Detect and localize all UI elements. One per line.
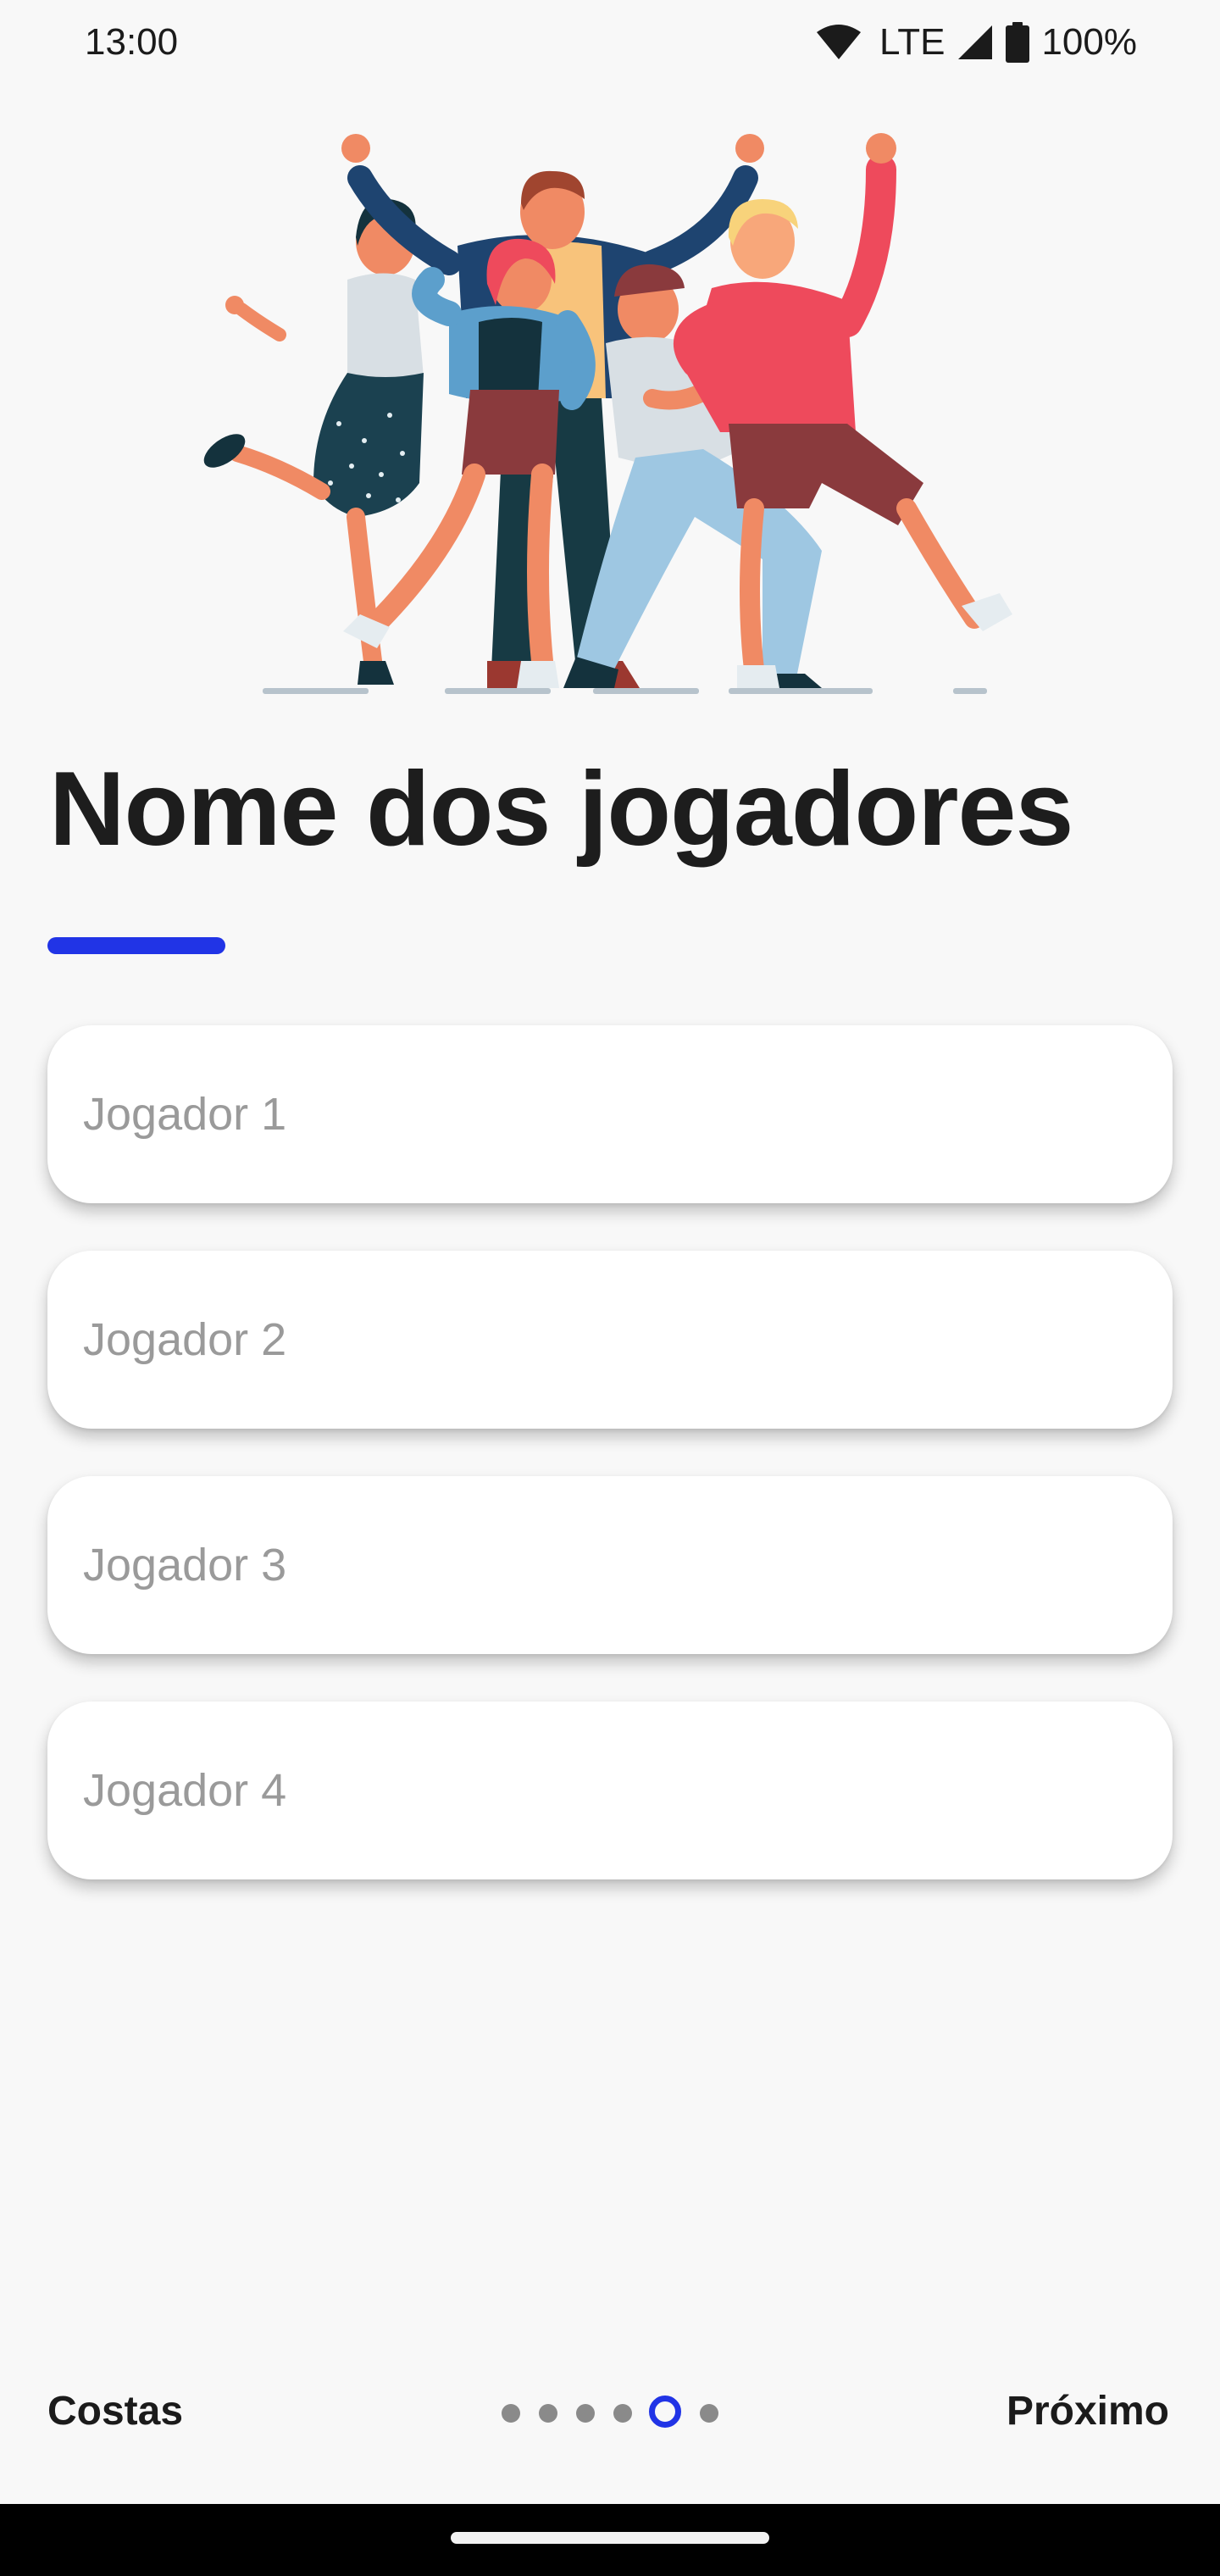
page-title: Nome dos jogadores [49, 751, 1073, 868]
signal-icon [958, 25, 993, 59]
page-dot-5-active[interactable] [649, 2396, 681, 2428]
onboarding-navigation: Costas Próximo [0, 2373, 1220, 2449]
page-dot-3[interactable] [576, 2404, 595, 2423]
page-dot-2[interactable] [539, 2404, 557, 2423]
title-underline [47, 937, 225, 954]
player-4-input[interactable] [47, 1702, 1173, 1879]
player-4-field[interactable] [47, 1702, 1173, 1879]
page-dot-1[interactable] [502, 2404, 520, 2423]
player-1-field[interactable] [47, 1025, 1173, 1203]
system-navigation-bar [0, 2504, 1220, 2576]
player-1-input[interactable] [47, 1025, 1173, 1203]
network-type: LTE [879, 21, 946, 63]
page-dot-6[interactable] [700, 2404, 718, 2423]
home-gesture-handle[interactable] [451, 2532, 769, 2544]
page-dot-4[interactable] [613, 2404, 632, 2423]
person-5 [674, 133, 1012, 688]
wifi-icon [817, 25, 862, 59]
group-of-friends-illustration [203, 133, 1012, 694]
next-button[interactable]: Próximo [1006, 2373, 1169, 2449]
app-screen: 13:00 LTE 100% Nome dos jogadores Jogado… [0, 0, 1220, 2576]
player-2-field[interactable] [47, 1251, 1173, 1429]
status-icons: LTE 100% [815, 21, 1137, 64]
player-2-input[interactable] [47, 1251, 1173, 1429]
battery-percent: 100% [1041, 21, 1137, 63]
battery-icon [1006, 22, 1030, 63]
player-3-input[interactable] [47, 1476, 1173, 1654]
page-indicator [491, 2391, 729, 2434]
status-time: 13:00 [85, 21, 179, 63]
back-button[interactable]: Costas [47, 2373, 183, 2449]
player-3-field[interactable] [47, 1476, 1173, 1654]
status-bar: 13:00 LTE 100% [0, 0, 1220, 85]
